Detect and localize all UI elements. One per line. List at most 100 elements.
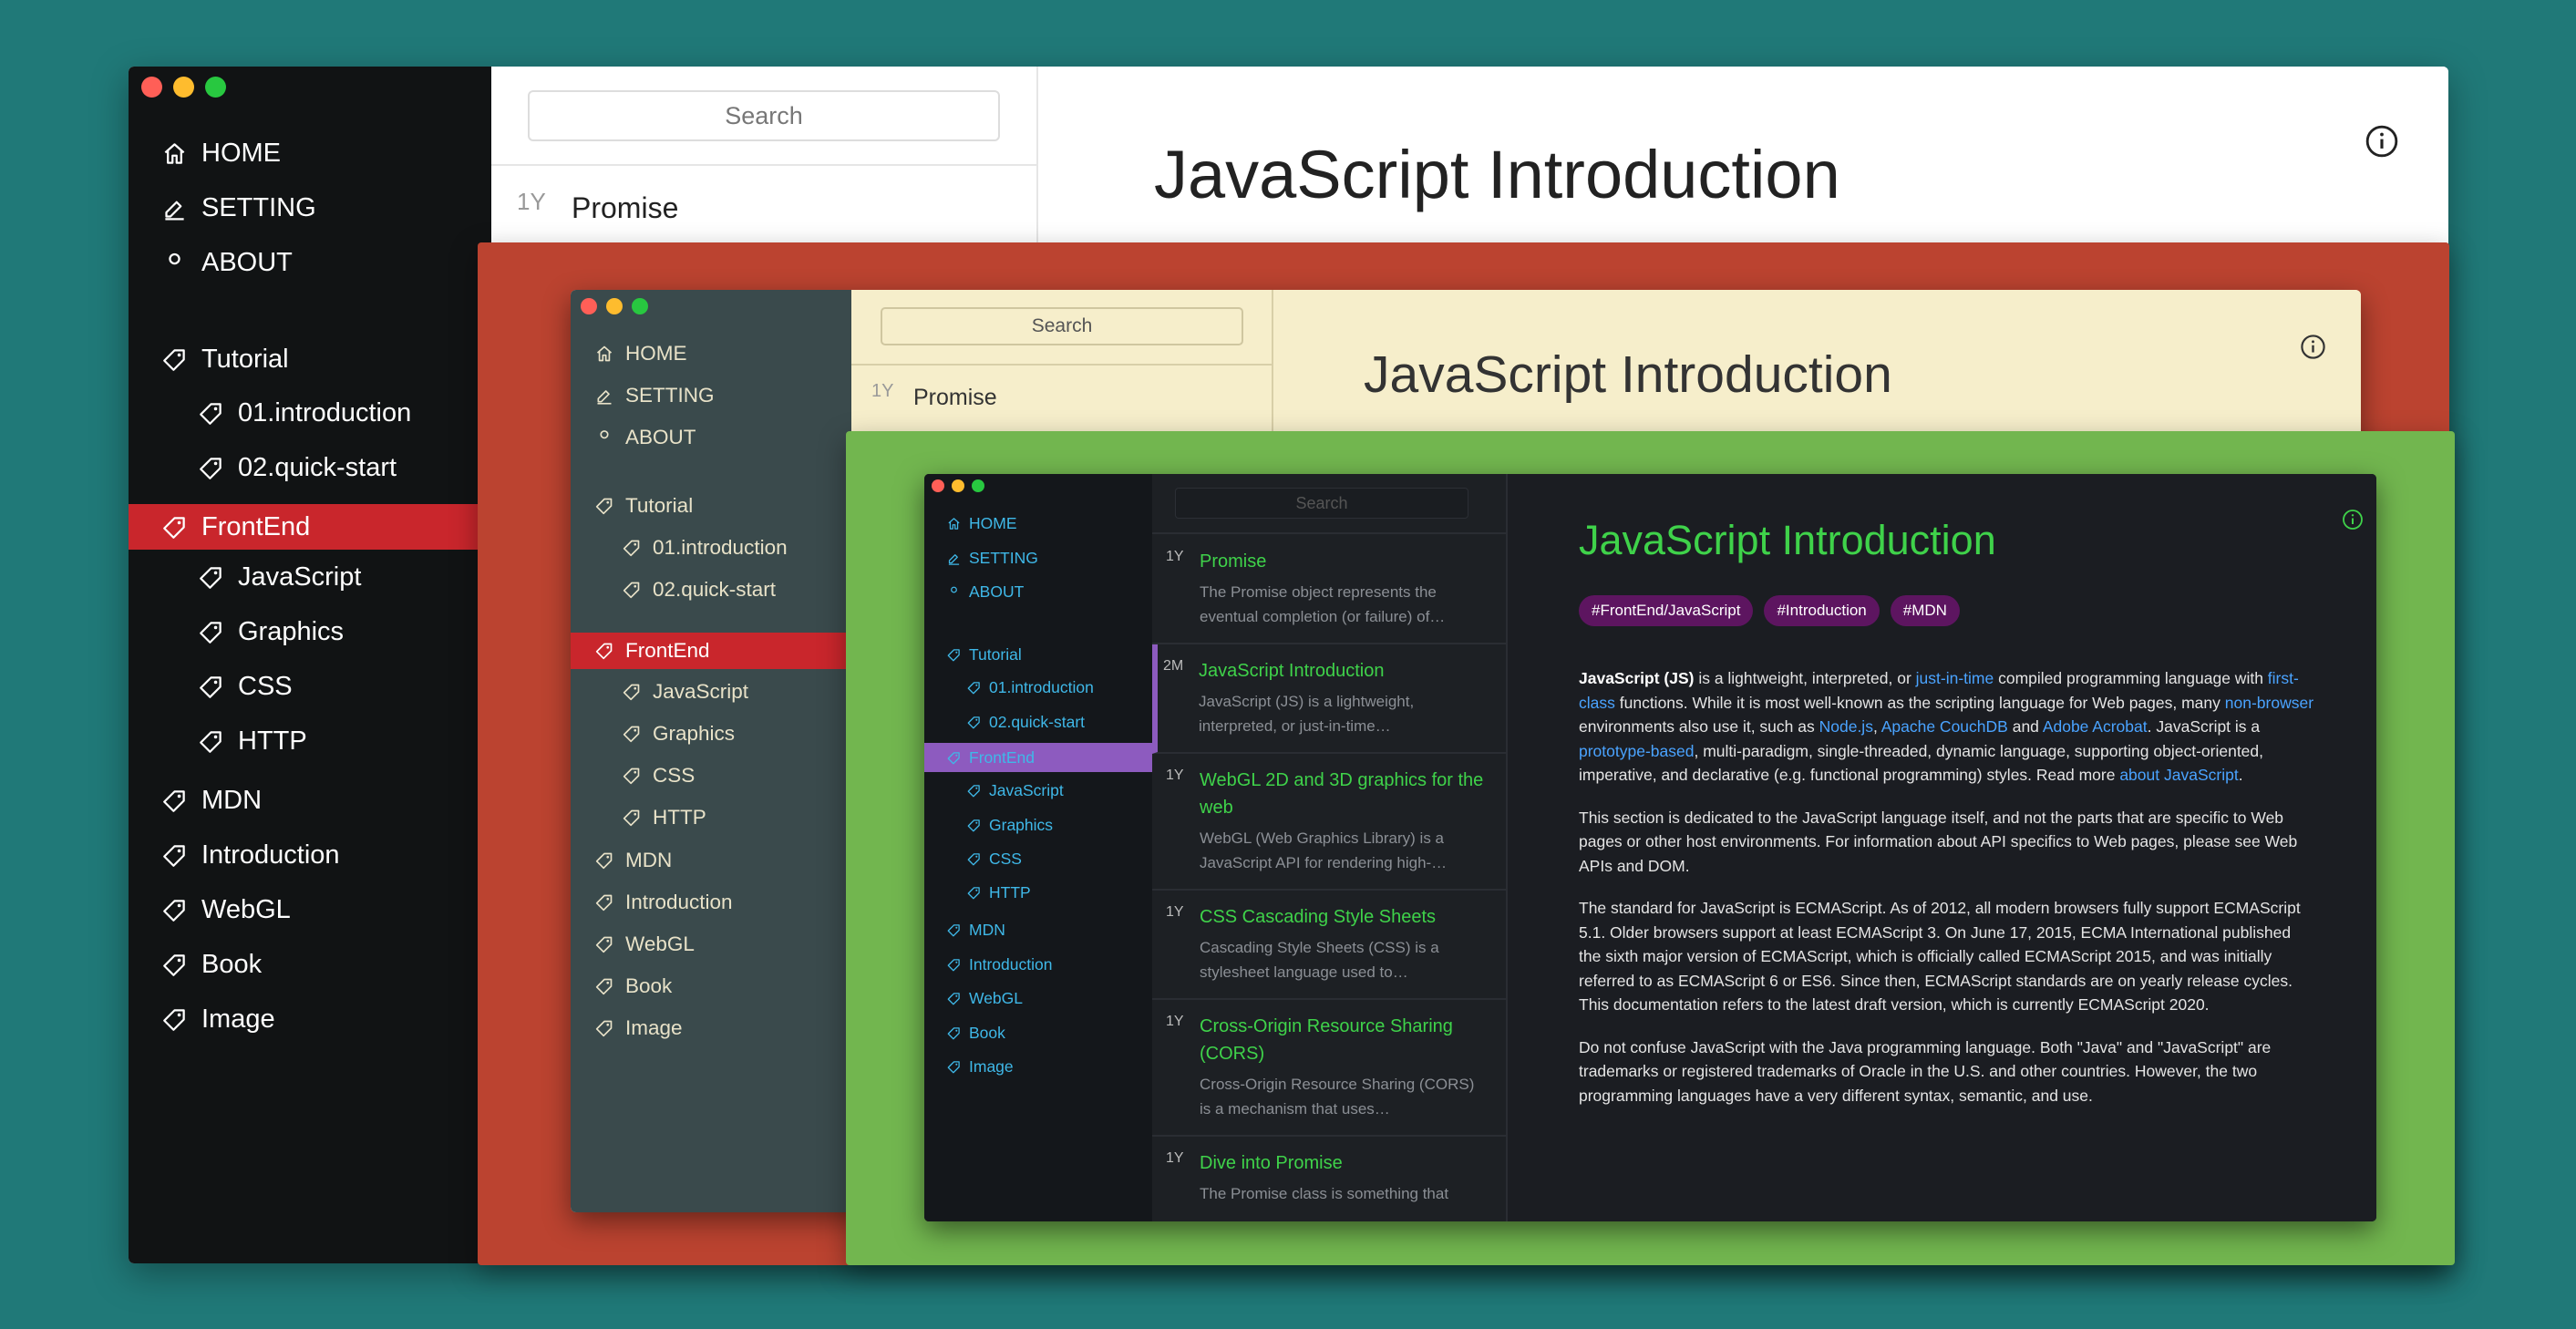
nav-item-http[interactable]: HTTP xyxy=(924,881,1152,903)
nav-item-frontend[interactable]: FrontEnd xyxy=(571,633,851,669)
nav-item-label: HTTP xyxy=(653,806,706,829)
nav-item-introduction[interactable]: Introduction xyxy=(129,837,491,873)
nav-item-css[interactable]: CSS xyxy=(129,668,491,705)
nav-item-01-introduction[interactable]: 01.introduction xyxy=(571,533,851,562)
user-icon xyxy=(595,428,613,447)
tag-icon xyxy=(623,809,641,827)
list-item[interactable]: 2M JavaScript Introduction JavaScript (JS)… xyxy=(1152,644,1506,754)
nav-item-image[interactable]: Image xyxy=(571,1014,851,1043)
setting-icon xyxy=(947,551,961,565)
tag-chip[interactable]: #Introduction xyxy=(1764,595,1880,626)
nav-item-javascript[interactable]: JavaScript xyxy=(924,779,1152,801)
nav-item-label: Tutorial xyxy=(969,644,1022,664)
text-run: environments also use it, such as xyxy=(1579,717,1819,736)
inline-link[interactable]: Apache CouchDB xyxy=(1881,717,2008,736)
nav-item-css[interactable]: CSS xyxy=(571,761,851,790)
nav-item-webgl[interactable]: WebGL xyxy=(129,891,491,928)
search-input[interactable]: Search xyxy=(881,307,1243,345)
nav-item-setting[interactable]: SETTING xyxy=(924,547,1152,569)
nav-item-home[interactable]: HOME xyxy=(129,135,491,171)
nav-item-css[interactable]: CSS xyxy=(924,848,1152,870)
nav-item-graphics[interactable]: Graphics xyxy=(571,719,851,748)
nav-item-about[interactable]: ABOUT xyxy=(924,581,1152,603)
nav-item-frontend[interactable]: FrontEnd xyxy=(129,504,491,550)
tag-icon xyxy=(967,784,981,798)
tag-chip[interactable]: #MDN xyxy=(1890,595,1960,626)
nav-item-01-introduction[interactable]: 01.introduction xyxy=(924,676,1152,698)
list-item[interactable]: 1Y CSS Cascading Style Sheets Cascading St… xyxy=(1152,891,1506,1000)
nav-item-home[interactable]: HOME xyxy=(571,339,851,368)
nav-item-tutorial[interactable]: Tutorial xyxy=(924,644,1152,665)
nav-item-http[interactable]: HTTP xyxy=(129,723,491,759)
list-item[interactable]: 1Y Cross-Origin Resource Sharing (CORS) Cr… xyxy=(1152,1000,1506,1137)
nav-item-image[interactable]: Image xyxy=(924,1056,1152,1077)
nav-item-book[interactable]: Book xyxy=(571,972,851,1001)
list-item[interactable]: 1Y WebGL 2D and 3D graphics for the web We… xyxy=(1152,754,1506,891)
nav-item-webgl[interactable]: WebGL xyxy=(924,987,1152,1009)
tag-chip[interactable]: #FrontEnd/JavaScript xyxy=(1579,595,1754,626)
inline-link[interactable]: Node.js xyxy=(1819,717,1873,736)
nav-item-mdn[interactable]: MDN xyxy=(924,919,1152,941)
nav-item-label: Introduction xyxy=(201,840,340,870)
nav-item-home[interactable]: HOME xyxy=(924,512,1152,534)
text-run: compiled programming language with xyxy=(1994,669,2268,687)
nav-item-mdn[interactable]: MDN xyxy=(129,782,491,819)
nav-item-02-quick-start[interactable]: 02.quick-start xyxy=(571,575,851,604)
nav-item-label: Introduction xyxy=(969,954,1053,974)
list-item[interactable]: 1Y Promise xyxy=(491,188,1036,224)
nav-item-02-quick-start[interactable]: 02.quick-start xyxy=(924,711,1152,733)
list-item[interactable]: 1Y Promise The Promise object represents t… xyxy=(1152,535,1506,644)
nav-item-label: Introduction xyxy=(625,891,733,913)
nav-item-tutorial[interactable]: Tutorial xyxy=(129,341,491,377)
nav-item-image[interactable]: Image xyxy=(129,1001,491,1037)
nav-item-label: Book xyxy=(201,949,263,979)
tag-icon xyxy=(162,843,187,868)
inline-link[interactable]: prototype-based xyxy=(1579,742,1694,760)
inline-link[interactable]: non-browser xyxy=(2225,694,2313,712)
nav-item-label: 02.quick-start xyxy=(989,712,1086,731)
inline-link[interactable]: about JavaScript xyxy=(2119,766,2238,784)
list-item[interactable]: 1Y Promise xyxy=(851,381,1272,412)
nav-item-graphics[interactable]: Graphics xyxy=(924,814,1152,836)
nav-item-webgl[interactable]: WebGL xyxy=(571,930,851,959)
info-icon[interactable] xyxy=(2342,509,2364,531)
tag-icon xyxy=(199,565,223,590)
nav-item-setting[interactable]: SETTING xyxy=(571,381,851,410)
nav-item-02-quick-start[interactable]: 02.quick-start xyxy=(129,449,491,486)
search-placeholder: Search xyxy=(725,101,803,129)
nav-item-introduction[interactable]: Introduction xyxy=(571,888,851,917)
info-icon[interactable] xyxy=(2300,334,2326,360)
inline-link[interactable]: Adobe Acrobat xyxy=(2043,717,2148,736)
nav-item-label: MDN xyxy=(969,920,1005,939)
list-item-age: 1Y xyxy=(871,381,894,401)
nav-item-javascript[interactable]: JavaScript xyxy=(129,559,491,595)
nav-item-frontend[interactable]: FrontEnd xyxy=(924,743,1152,772)
nav-item-tutorial[interactable]: Tutorial xyxy=(571,491,851,520)
nav-item-javascript[interactable]: JavaScript xyxy=(571,677,851,706)
tag-icon xyxy=(199,729,223,754)
window-small: HOME SETTING ABOUT Tutorial 01.introduction 0… xyxy=(924,474,2376,1221)
nav-item-label: ABOUT xyxy=(625,426,696,448)
nav-item-book[interactable]: Book xyxy=(129,946,491,983)
nav-item-introduction[interactable]: Introduction xyxy=(924,953,1152,975)
article-body: JavaScript (JS) is a lightweight, interp… xyxy=(1579,666,2317,1108)
nav-item-01-introduction[interactable]: 01.introduction xyxy=(129,395,491,431)
inline-link[interactable]: just-in-time xyxy=(1916,669,1994,687)
tag-icon xyxy=(947,992,961,1005)
list-item-excerpt: Cross-Origin Resource Sharing (CORS) is … xyxy=(1200,1076,1475,1118)
search-input[interactable]: Search xyxy=(528,90,1000,141)
nav-item-graphics[interactable]: Graphics xyxy=(129,613,491,650)
info-icon[interactable] xyxy=(2365,124,2399,159)
article-title: JavaScript Introduction xyxy=(1364,345,1892,404)
nav-item-mdn[interactable]: MDN xyxy=(571,846,851,875)
nav-item-label: 02.quick-start xyxy=(653,578,777,601)
tag-icon xyxy=(595,977,613,995)
list-item[interactable]: 1Y Dive into Promise The Promise class is … xyxy=(1152,1137,1506,1221)
nav-item-book[interactable]: Book xyxy=(924,1022,1152,1044)
nav-item-http[interactable]: HTTP xyxy=(571,803,851,832)
setting-icon xyxy=(162,196,187,221)
nav-item-about[interactable]: ABOUT xyxy=(571,423,851,452)
nav-item-about[interactable]: ABOUT xyxy=(129,244,491,281)
nav-item-setting[interactable]: SETTING xyxy=(129,190,491,226)
list-item-age: 1Y xyxy=(1166,1150,1184,1166)
